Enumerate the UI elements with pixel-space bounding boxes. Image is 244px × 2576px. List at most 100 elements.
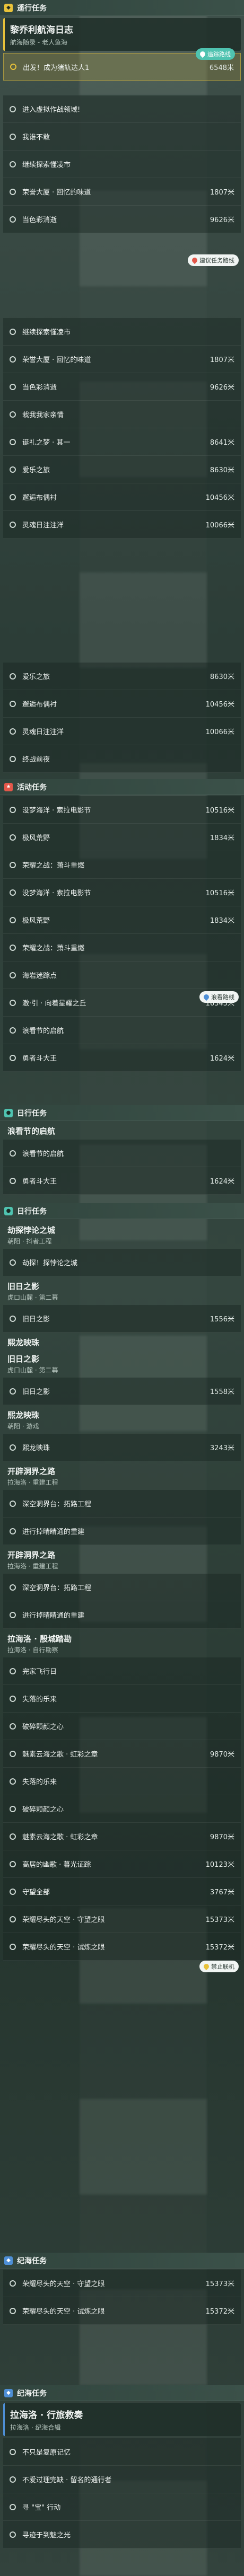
item-label: 失落的乐来 — [22, 1778, 57, 1786]
list-item[interactable]: 破碎颗颜之心 — [3, 1795, 241, 1823]
last-quest-card[interactable]: 拉海洛 · 行旅救奏 拉海洛 · 纪海合辑 — [3, 2403, 241, 2436]
list-item[interactable]: 进行掉晴睛通的重建 — [3, 1601, 241, 1629]
list-item[interactable]: 我谁不敢 — [3, 123, 241, 151]
list-item[interactable]: 不只是复原记忆 — [3, 2438, 241, 2466]
list-item[interactable]: 旧日之影 1558米 — [3, 1378, 241, 1405]
list-item[interactable]: 失落的乐来 — [3, 1685, 241, 1713]
list-item[interactable]: 荣耀之战：萧斗重燃 — [3, 851, 241, 879]
list-item[interactable]: 浪看节的启航 — [3, 1140, 241, 1167]
map-pin-icon — [190, 256, 199, 264]
group-title[interactable]: 旧日之影 — [0, 1276, 244, 1293]
list-item[interactable]: 荣耀尽头的天空 · 试炼之眼 15372米 — [3, 1933, 241, 1961]
list-item[interactable]: 劫探！探悖论之城 — [3, 1249, 241, 1276]
list-item[interactable]: 寻迹于到魅之光 — [3, 2521, 241, 2548]
section-header-daily-2[interactable]: ● 日行任务 — [0, 1203, 244, 1219]
quest-icon: ◆ — [4, 3, 13, 12]
route-tag[interactable]: 建议任务路线 — [188, 254, 239, 266]
list-item[interactable]: 没梦海洋 · 索拉电影节 10516米 — [3, 879, 241, 906]
circle-icon — [10, 1860, 16, 1867]
event-icon: ★ — [4, 782, 13, 791]
item-label: 邂逅布偶衬 — [22, 701, 57, 709]
item-label: 极风荒野 — [22, 917, 50, 925]
list-item[interactable]: 荣誉大厦 · 回忆的味道 1807米 — [3, 178, 241, 206]
list-item[interactable]: 深空洞界台：拓路工程 — [3, 1574, 241, 1601]
list-item[interactable]: 诞礼之梦 · 其一 8641米 — [3, 428, 241, 456]
group-title[interactable]: 熙龙映珠 — [0, 1333, 244, 1349]
section-header-last[interactable]: ◆ 纪海任务 — [0, 2385, 244, 2401]
item-label: 栽我我家亲情 — [22, 411, 64, 419]
list-item[interactable]: 熙龙映珠 3243米 — [3, 1434, 241, 1461]
list-item[interactable]: 守望全部 3767米 — [3, 1878, 241, 1905]
group-title[interactable]: 旧日之影 — [0, 1349, 244, 1365]
quest-card[interactable]: 黎乔利航海日志 航海随录 - 老人鱼海 — [3, 18, 241, 51]
daily-quest-title: 浪看节的启航 — [7, 1126, 56, 1136]
list-item[interactable]: 继续探索懂凌市 — [3, 151, 241, 178]
group-title[interactable]: 开辟洞界之路 — [0, 1545, 244, 1562]
list-item[interactable]: 浪看节的启航 — [3, 1017, 241, 1044]
list-item[interactable]: 当色彩消逝 9626米 — [3, 373, 241, 401]
list-item[interactable]: 破碎颗颜之心 — [3, 1713, 241, 1740]
list-item[interactable]: 进入虚拟作战领域! — [3, 95, 241, 123]
no-coop-tag[interactable]: 禁止联机 — [199, 1961, 239, 1972]
list-item[interactable]: 高居的幽歌 · 暮光证踪 10123米 — [3, 1850, 241, 1878]
list-item[interactable]: 邂逅布偶衬 10456米 — [3, 483, 241, 511]
list-item[interactable]: 终战前夜 — [3, 745, 241, 773]
list-item[interactable]: 当色彩消逝 9626米 — [3, 206, 241, 233]
group-title[interactable]: 熙龙映珠 — [0, 1405, 244, 1422]
item-distance: 10066米 — [205, 522, 234, 530]
list-item[interactable]: 旧日之影 1556米 — [3, 1305, 241, 1333]
list-item[interactable]: 魅素云海之歌 · 虹彩之章 9870米 — [3, 1823, 241, 1850]
item-label: 我谁不敢 — [22, 134, 50, 142]
list-item[interactable]: 不爱过理完缺 · 留名的通行者 — [3, 2466, 241, 2493]
quest-group: 开辟洞界之路 拉海洛 · 重建工程 深空洞界台：拓路工程 进行掉晴睛通的重建 — [0, 1461, 244, 1545]
list-item[interactable]: 勇者斗大王 1624米 — [3, 1167, 241, 1195]
item-distance: 3767米 — [210, 1889, 234, 1896]
list-item[interactable]: 魅素云海之歌 · 虹彩之章 9870米 — [3, 1740, 241, 1768]
group-title[interactable]: 开辟洞界之路 — [0, 1461, 244, 1478]
list-item[interactable]: 灵魂日注注洋 10066米 — [3, 718, 241, 745]
circle-icon — [10, 493, 16, 500]
section-header-event[interactable]: ★ 活动任务 — [0, 779, 244, 795]
section-header-main[interactable]: ◆ 遥行任务 — [0, 0, 244, 16]
group-subtitle: 拉海洛 · 重建工程 — [7, 1563, 58, 1570]
list-item[interactable]: 爱乐之旅 8630米 — [3, 663, 241, 690]
list-item[interactable]: 没梦海洋 · 索拉电影节 10516米 — [3, 796, 241, 824]
list-item[interactable]: 极风荒野 1834米 — [3, 906, 241, 934]
event-route-tag[interactable]: 浪看路线 — [199, 991, 239, 1003]
item-label: 灵魂日注注洋 — [22, 522, 64, 530]
list-item[interactable]: 海岩迷踪点 — [3, 961, 241, 989]
list-item[interactable]: 继续探索懂凌市 — [3, 318, 241, 346]
list-item[interactable]: 进行掉晴睛通的重建 — [3, 1518, 241, 1545]
group-title[interactable]: 拉海洛 · 殷城踏勘 — [0, 1629, 244, 1645]
quest-group: 开辟洞界之路 拉海洛 · 重建工程深空洞界台：拓路工程 进行掉晴睛通的重建 — [0, 1545, 244, 1629]
section-header-final[interactable]: ◆ 纪海任务 — [0, 2253, 244, 2269]
list-item[interactable]: 完家飞行日 — [3, 1657, 241, 1685]
list-item[interactable]: 荣耀之战：萧斗重燃 — [3, 934, 241, 961]
list-item[interactable]: 深空洞界台：拓路工程 — [3, 1490, 241, 1518]
list-item[interactable]: 荣耀尽头的天空 · 守望之眼 15373米 — [3, 1905, 241, 1933]
item-distance: 1624米 — [210, 1055, 234, 1063]
item-label: 破碎颗颜之心 — [22, 1723, 64, 1731]
item-distance: 1558米 — [210, 1388, 234, 1396]
quest-group: 熙龙映珠 朝阳 · 游戏 熙龙映珠 3243米 — [0, 1405, 244, 1461]
circle-icon — [10, 944, 16, 951]
group-title[interactable]: 劫探悖论之城 — [0, 1220, 244, 1237]
list-item[interactable]: 荣誉大厦 · 回忆的味道 1807米 — [3, 346, 241, 373]
list-item[interactable]: 爱乐之旅 8630米 — [3, 456, 241, 483]
list-item[interactable]: 栽我我家亲情 — [3, 401, 241, 428]
list-item[interactable]: 勇者斗大王 1624米 — [3, 1044, 241, 1072]
track-route-tag[interactable]: 追踪路线 — [196, 48, 235, 60]
step-text: 出发！成为猪轨达人1 — [23, 64, 90, 72]
list-item[interactable]: 邂逅布偶衬 10456米 — [3, 690, 241, 718]
list-item[interactable]: 极风荒野 1834米 — [3, 824, 241, 851]
list-item[interactable]: 寻 "宝" 行动 — [3, 2493, 241, 2521]
final-list: 荣耀尽头的天空 · 守望之眼 15373米 荣耀尽头的天空 · 试炼之眼 15372米 — [0, 2270, 244, 2325]
item-label: 没梦海洋 · 索拉电影节 — [22, 889, 91, 897]
section-header-daily[interactable]: ● 日行任务 — [0, 1105, 244, 1121]
list-item[interactable]: 灵魂日注注洋 10066米 — [3, 511, 241, 539]
circle-icon — [10, 1943, 16, 1950]
current-step-row[interactable]: 出发！成为猪轨达人1 6548米 追踪路线 — [3, 48, 241, 81]
list-item[interactable]: 荣耀尽头的天空 · 试炼之眼 15372米 — [3, 2297, 241, 2325]
list-item[interactable]: 荣耀尽头的天空 · 守望之眼 15373米 — [3, 2270, 241, 2297]
list-item[interactable]: 失落的乐来 — [3, 1768, 241, 1795]
